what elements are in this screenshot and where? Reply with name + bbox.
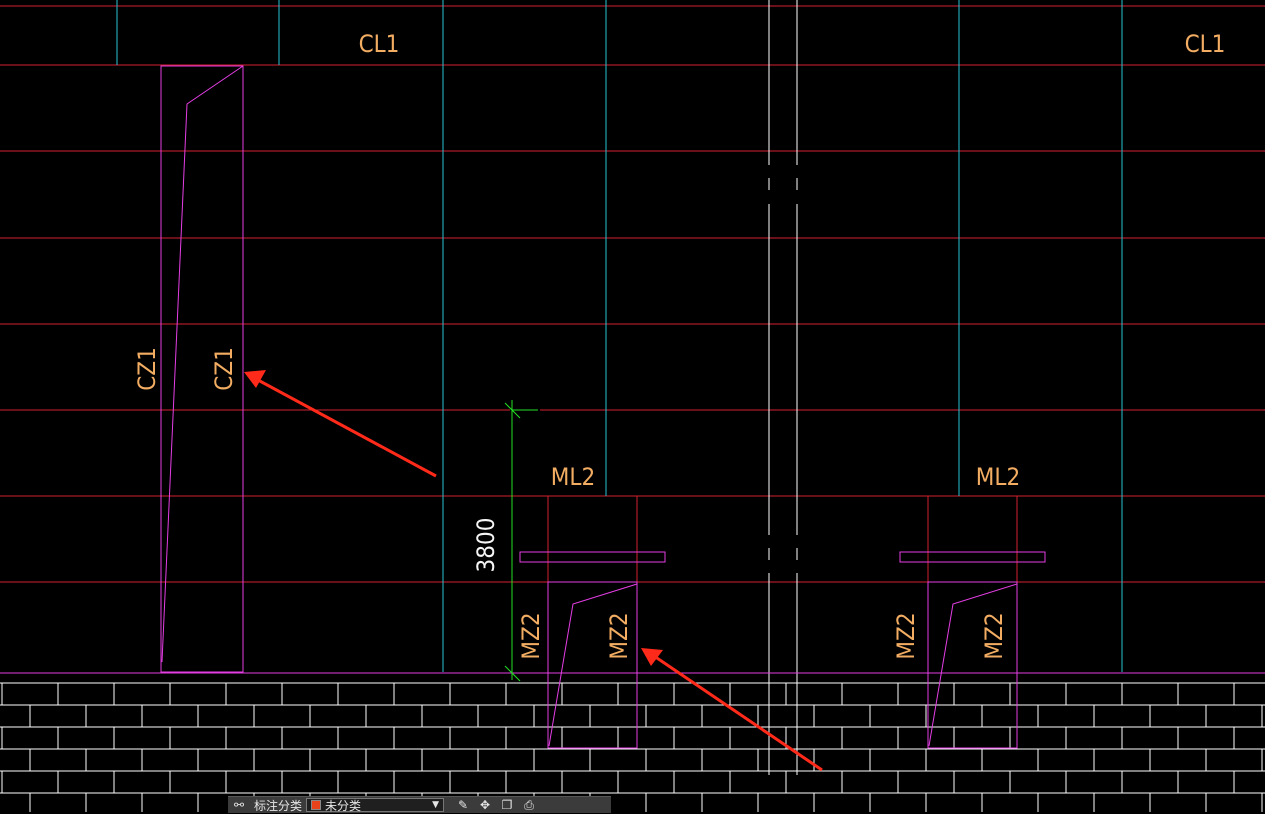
mz2-label-a: MZ2 xyxy=(517,612,545,659)
dimension-value: 3800 xyxy=(472,518,500,573)
ml2-label-right: ML2 xyxy=(976,463,1020,491)
print-icon[interactable]: ⎙ xyxy=(518,797,540,813)
filter-icon[interactable]: ⚯ xyxy=(228,797,250,813)
category-color-swatch xyxy=(311,800,322,810)
cz1-label-outer: CZ1 xyxy=(133,347,161,391)
category-select[interactable]: 未分类 ▼ xyxy=(306,798,445,813)
category-value: 未分类 xyxy=(325,798,362,813)
mz2-label-c: MZ2 xyxy=(892,612,920,659)
cl1-label-left: CL1 xyxy=(359,30,400,58)
category-label: 标注分类 xyxy=(254,798,303,813)
cz1-label-inner: CZ1 xyxy=(210,347,238,391)
cad-drawing-canvas[interactable]: CL1 CL1 ML2 ML2 CZ1 CZ1 MZ2 MZ2 MZ2 MZ2 … xyxy=(0,0,1265,812)
canvas-background xyxy=(0,0,1265,812)
mz2-label-b: MZ2 xyxy=(605,612,633,659)
chevron-down-icon: ▼ xyxy=(432,800,440,810)
copy-icon[interactable]: ❐ xyxy=(496,797,518,813)
move-icon[interactable]: ✥ xyxy=(474,797,496,813)
annotation-toolbar: ⚯ 标注分类 未分类 ▼ ✎ ✥ ❐ ⎙ xyxy=(228,796,611,813)
edit-icon[interactable]: ✎ xyxy=(452,797,474,813)
cl1-label-right: CL1 xyxy=(1185,30,1226,58)
mz2-label-d: MZ2 xyxy=(980,612,1008,659)
ml2-label-left: ML2 xyxy=(551,463,595,491)
